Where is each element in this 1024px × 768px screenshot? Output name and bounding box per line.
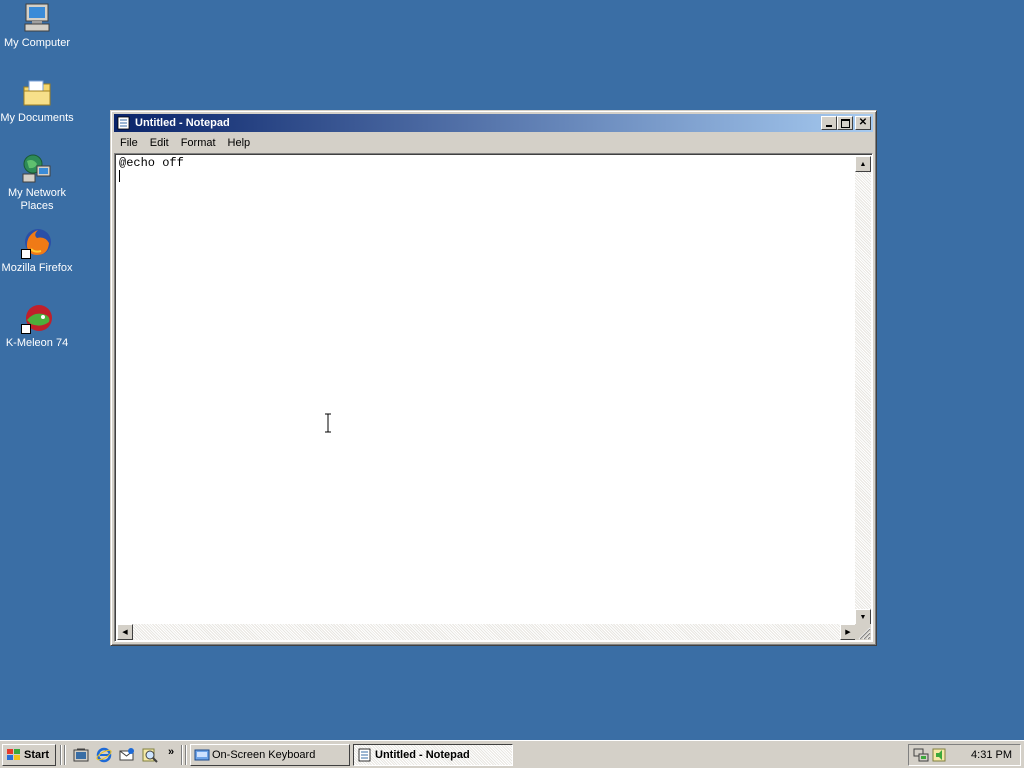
firefox-icon — [21, 227, 53, 259]
desktop-icon-label: My Network Places — [7, 187, 67, 212]
my-documents-icon — [21, 77, 53, 109]
quick-launch-more-button[interactable]: » — [168, 746, 174, 758]
desktop-icon-k-meleon[interactable]: K-Meleon 74 — [0, 302, 74, 350]
minimize-icon — [826, 125, 832, 127]
show-desktop-icon[interactable] — [73, 747, 89, 763]
text-editor[interactable]: @echo off — [117, 156, 856, 625]
start-button[interactable]: Start — [2, 744, 56, 766]
task-button-notepad[interactable]: Untitled - Notepad — [353, 744, 513, 766]
notepad-icon[interactable] — [116, 116, 132, 130]
task-button-label: Untitled - Notepad — [375, 749, 470, 761]
arrow-up-icon: ▲ — [859, 160, 867, 168]
horizontal-scrollbar[interactable]: ◀ ▶ — [117, 624, 856, 640]
desktop-icon-label: K-Meleon 74 — [5, 337, 69, 349]
desktop-icon-my-computer[interactable]: My Computer — [0, 2, 74, 50]
text-line: @echo off — [119, 156, 184, 170]
title-bar[interactable]: Untitled - Notepad ✕ — [114, 114, 873, 132]
arrow-down-icon: ▼ — [859, 613, 867, 621]
resize-grip[interactable] — [855, 624, 871, 640]
volume-tray-icon[interactable] — [931, 747, 947, 763]
windows-logo-icon — [6, 748, 22, 762]
scroll-down-button[interactable]: ▼ — [855, 609, 871, 625]
close-button[interactable]: ✕ — [855, 116, 871, 130]
vertical-scrollbar[interactable]: ▲ ▼ — [855, 156, 871, 625]
scroll-up-button[interactable]: ▲ — [855, 156, 871, 172]
toolbar-separator — [185, 745, 187, 765]
desktop-icon-mozilla-firefox[interactable]: Mozilla Firefox — [0, 227, 74, 275]
text-cursor-icon — [322, 413, 334, 433]
menu-format[interactable]: Format — [175, 137, 222, 149]
desktop-icon-label: My Documents — [0, 112, 74, 124]
menu-edit[interactable]: Edit — [144, 137, 175, 149]
toolbar-separator — [181, 745, 183, 765]
notepad-icon — [357, 748, 373, 762]
shortcut-arrow-icon — [21, 324, 31, 334]
toolbar-separator — [60, 745, 62, 765]
network-places-icon — [21, 152, 53, 184]
shortcut-arrow-icon — [21, 249, 31, 259]
outlook-express-icon[interactable] — [119, 747, 135, 763]
editor-frame: @echo off ▲ ▼ ◀ ▶ — [114, 153, 873, 642]
text-caret — [119, 170, 120, 182]
menu-help[interactable]: Help — [222, 137, 257, 149]
taskbar: Start » On-Screen Keyboard Untitled - No… — [0, 740, 1024, 768]
k-meleon-icon — [21, 302, 53, 334]
clock[interactable]: 4:31 PM — [971, 749, 1012, 761]
keyboard-icon — [194, 748, 210, 762]
arrow-right-icon: ▶ — [845, 629, 851, 636]
my-computer-icon — [21, 2, 53, 34]
task-button-on-screen-keyboard[interactable]: On-Screen Keyboard — [190, 744, 350, 766]
network-tray-icon[interactable] — [913, 747, 929, 763]
scroll-left-button[interactable]: ◀ — [117, 624, 133, 640]
system-tray: 4:31 PM — [908, 744, 1021, 766]
desktop-icon-label: My Computer — [3, 37, 71, 49]
toolbar-separator — [64, 745, 66, 765]
scroll-right-button[interactable]: ▶ — [840, 624, 856, 640]
desktop-icon-my-network-places[interactable]: My Network Places — [0, 152, 74, 213]
start-label: Start — [24, 749, 50, 761]
resize-grip-icon — [858, 627, 871, 640]
window-title: Untitled - Notepad — [135, 117, 230, 129]
desktop-icon-my-documents[interactable]: My Documents — [0, 77, 74, 125]
search-icon[interactable] — [142, 747, 158, 763]
menu-file[interactable]: File — [114, 137, 144, 149]
maximize-icon — [840, 118, 850, 128]
notepad-window[interactable]: Untitled - Notepad ✕ File Edit Format He… — [110, 110, 877, 646]
desktop-icon-label: Mozilla Firefox — [1, 262, 73, 274]
task-button-label: On-Screen Keyboard — [212, 749, 316, 761]
arrow-left-icon: ◀ — [122, 629, 128, 636]
desktop: My Computer My Documents My Network Plac… — [0, 0, 1024, 740]
menu-bar: File Edit Format Help — [114, 134, 873, 152]
maximize-button[interactable] — [837, 116, 853, 130]
internet-explorer-icon[interactable] — [96, 747, 112, 763]
minimize-button[interactable] — [821, 116, 837, 130]
close-icon: ✕ — [858, 117, 868, 128]
